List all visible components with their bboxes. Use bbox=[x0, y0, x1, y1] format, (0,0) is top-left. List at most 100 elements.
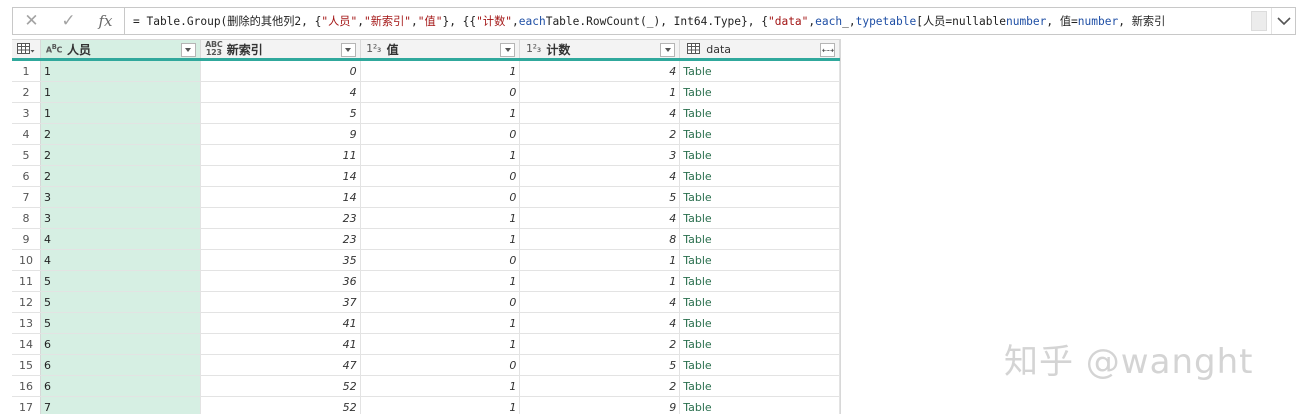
formula-token: [人员=nullable bbox=[916, 15, 1006, 28]
formula-token: , 新索引 bbox=[1118, 15, 1166, 28]
data-table-link[interactable]: Table bbox=[680, 82, 841, 102]
filter-dropdown-button[interactable] bbox=[340, 43, 356, 57]
data-table-link[interactable]: Table bbox=[680, 229, 841, 249]
person-cell: 6 bbox=[40, 334, 201, 354]
data-table-link[interactable]: Table bbox=[680, 103, 841, 123]
data-table-link[interactable]: Table bbox=[680, 166, 841, 186]
row-number: 7 bbox=[12, 187, 41, 207]
column-name: 值 bbox=[386, 42, 399, 57]
person-cell: 2 bbox=[40, 124, 201, 144]
person-cell: 7 bbox=[40, 397, 201, 414]
text-type-icon[interactable]: ABC bbox=[43, 43, 65, 55]
count-cell: 3 bbox=[520, 145, 681, 165]
data-table-link[interactable]: Table bbox=[680, 376, 841, 396]
formula-token: each bbox=[518, 14, 546, 28]
check-icon[interactable]: ✓ bbox=[56, 9, 82, 33]
row-number: 2 bbox=[12, 82, 41, 102]
count-cell: 4 bbox=[520, 166, 681, 186]
filter-dropdown-button[interactable] bbox=[660, 43, 676, 57]
column-header-person[interactable]: ABC 人员 bbox=[40, 40, 201, 58]
row-number: 17 bbox=[12, 397, 41, 414]
any-type-icon[interactable]: ABC 123 bbox=[203, 41, 225, 57]
value-cell: 1 bbox=[361, 313, 521, 333]
row-number: 14 bbox=[12, 334, 41, 354]
value-cell: 1 bbox=[361, 376, 521, 396]
table-row: 1 1 0 1 4 Table bbox=[12, 61, 841, 82]
person-cell: 5 bbox=[40, 271, 201, 291]
count-cell: 4 bbox=[520, 292, 681, 312]
person-cell: 6 bbox=[40, 376, 201, 396]
value-cell: 0 bbox=[361, 355, 521, 375]
row-number: 1 bbox=[12, 61, 41, 81]
new-index-cell: 0 bbox=[201, 61, 361, 81]
table-type-icon[interactable] bbox=[682, 42, 704, 56]
value-cell: 1 bbox=[361, 61, 521, 81]
table-row: 14 6 41 1 2 Table bbox=[12, 334, 841, 355]
person-cell: 1 bbox=[40, 61, 201, 81]
table-row: 8 3 23 1 4 Table bbox=[12, 208, 841, 229]
new-index-cell: 35 bbox=[201, 250, 361, 270]
new-index-cell: 37 bbox=[201, 292, 361, 312]
number-type-icon[interactable]: 1²₃ bbox=[363, 43, 385, 54]
column-name: data bbox=[706, 42, 731, 56]
count-cell: 1 bbox=[520, 250, 681, 270]
number-type-icon[interactable]: 1²₃ bbox=[522, 43, 544, 54]
value-cell: 1 bbox=[361, 397, 521, 414]
formula-token: Table.RowCount(_), Int64.Type}, { bbox=[545, 14, 768, 28]
column-header-new-index[interactable]: ABC 123 新索引 bbox=[201, 40, 361, 58]
data-table-link[interactable]: Table bbox=[680, 124, 841, 144]
new-index-cell: 47 bbox=[201, 355, 361, 375]
column-header-value[interactable]: 1²₃ 值 bbox=[361, 40, 521, 58]
value-cell: 1 bbox=[361, 334, 521, 354]
row-number: 10 bbox=[12, 250, 41, 270]
data-table-link[interactable]: Table bbox=[680, 355, 841, 375]
count-cell: 4 bbox=[520, 103, 681, 123]
column-header-data[interactable]: data ⇠⇢ bbox=[680, 40, 841, 58]
data-table-link[interactable]: Table bbox=[680, 187, 841, 207]
value-cell: 0 bbox=[361, 187, 521, 207]
data-table-link[interactable]: Table bbox=[680, 292, 841, 312]
formula-token: }, {{ bbox=[442, 14, 477, 28]
table-row: 3 1 5 1 4 Table bbox=[12, 103, 841, 124]
count-cell: 9 bbox=[520, 397, 681, 414]
value-cell: 0 bbox=[361, 250, 521, 270]
formula-token: _, bbox=[842, 14, 856, 28]
new-index-cell: 23 bbox=[201, 229, 361, 249]
data-table-link[interactable]: Table bbox=[680, 334, 841, 354]
data-table-link[interactable]: Table bbox=[680, 271, 841, 291]
person-cell: 3 bbox=[40, 208, 201, 228]
person-cell: 2 bbox=[40, 166, 201, 186]
person-cell: 3 bbox=[40, 187, 201, 207]
count-cell: 4 bbox=[520, 208, 681, 228]
table-row: 2 1 4 0 1 Table bbox=[12, 82, 841, 103]
count-cell: 5 bbox=[520, 187, 681, 207]
close-icon[interactable]: ✕ bbox=[19, 9, 45, 33]
data-table-link[interactable]: Table bbox=[680, 61, 841, 81]
formula-token: "新索引" bbox=[363, 15, 412, 28]
data-table-link[interactable]: Table bbox=[680, 208, 841, 228]
grid-header: ABC 人员 ABC 123 新索引 1²₃ 值 1²₃ 计数 data ⇠⇢ bbox=[12, 39, 841, 61]
table-menu-button[interactable] bbox=[12, 40, 41, 58]
data-table-link[interactable]: Table bbox=[680, 145, 841, 165]
table-row: 13 5 41 1 4 Table bbox=[12, 313, 841, 334]
person-cell: 6 bbox=[40, 355, 201, 375]
formula-token: = Table.Group(删除的其他列2, { bbox=[133, 15, 322, 28]
value-cell: 0 bbox=[361, 124, 521, 144]
column-header-count[interactable]: 1²₃ 计数 bbox=[520, 40, 681, 58]
formula-scrollbar[interactable] bbox=[1251, 11, 1267, 31]
filter-dropdown-button[interactable] bbox=[180, 43, 196, 57]
data-table-link[interactable]: Table bbox=[680, 313, 841, 333]
data-table-link[interactable]: Table bbox=[680, 397, 841, 414]
count-cell: 2 bbox=[520, 376, 681, 396]
expand-column-button[interactable]: ⇠⇢ bbox=[820, 43, 836, 57]
row-number: 16 bbox=[12, 376, 41, 396]
formula-input[interactable]: = Table.Group(删除的其他列2, {"人员", "新索引", "值"… bbox=[125, 8, 1247, 34]
new-index-cell: 23 bbox=[201, 208, 361, 228]
data-table-link[interactable]: Table bbox=[680, 250, 841, 270]
fx-icon[interactable]: fx bbox=[93, 9, 119, 33]
formula-token: number bbox=[1005, 14, 1047, 28]
filter-dropdown-button[interactable] bbox=[500, 43, 516, 57]
formula-token: "data" bbox=[767, 14, 809, 28]
expand-formula-button[interactable] bbox=[1271, 8, 1295, 34]
count-cell: 5 bbox=[520, 355, 681, 375]
